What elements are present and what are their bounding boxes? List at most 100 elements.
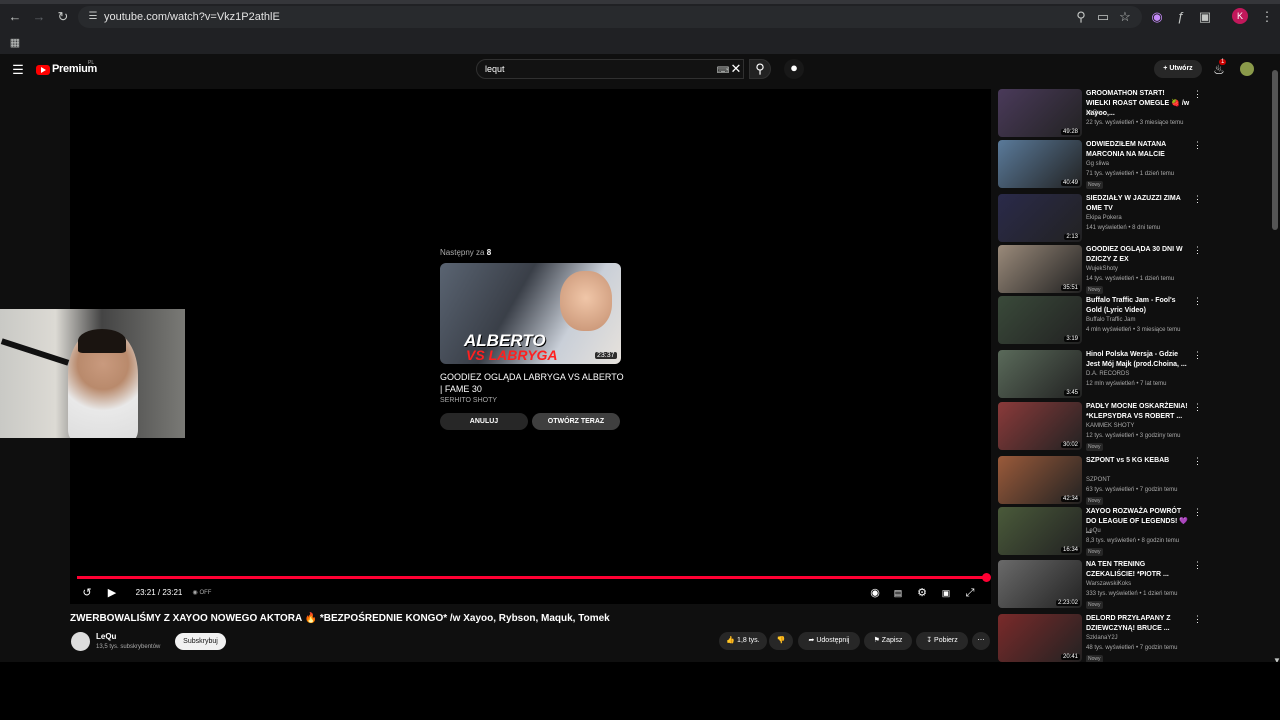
bookmark-star-icon[interactable]: ☆ [1116,8,1134,26]
recommendation-item[interactable]: 20:41 DELORD PRZYŁAPANY Z DZIEWCZYNĄ! BRU… [997,614,1267,664]
profile-avatar[interactable]: K [1232,8,1248,24]
url-text[interactable]: youtube.com/watch?v=Vkz1P2athlE [104,10,280,24]
recommendation-title[interactable]: DELORD PRZYŁAPANY Z DZIEWCZYNĄ! BRUCE ..… [1086,614,1190,634]
microphone-icon[interactable]: ● [784,59,804,79]
progress-bar[interactable] [77,576,987,579]
scrollbar[interactable] [1272,70,1278,230]
recommendation-item[interactable]: 2:13 SIEDZIAŁY W JAZUZZI ZIMA OME TV Ekipa… [997,194,1267,244]
recommendation-thumbnail[interactable]: 2:13 [998,194,1082,242]
account-avatar[interactable] [1240,62,1254,76]
subtitles-icon[interactable]: ▤ [890,586,906,600]
forward-icon[interactable]: → [30,8,48,26]
download-label: Pobierz [934,637,958,644]
subscribe-button[interactable]: Subskrybuj [175,633,226,650]
recommendation-duration: 30:02 [1060,442,1080,448]
recommendation-thumbnail[interactable]: 20:41 [998,614,1082,662]
recommendation-title[interactable]: XAYOO ROZWAŻA POWRÓT DO LEAGUE OF LEGEND… [1086,507,1190,537]
recommendation-menu-icon[interactable]: ⋮ [1193,245,1202,256]
youtube-logo-icon[interactable] [36,65,50,75]
recommendation-title[interactable]: ODWIEDZIŁEM NATANA MARCONIA NA MALCIE [1086,140,1190,160]
recommendation-thumbnail[interactable]: 49:28 [998,89,1082,137]
recommendation-thumbnail[interactable]: 40:49 [998,140,1082,188]
upnext-title[interactable]: GOODIEZ OGLĄDA LABRYGA VS ALBERTO | FAME… [440,371,625,395]
recommendation-item[interactable]: 3:45 Hinol Polska Wersja - Gdzie Jest Mój… [997,350,1267,400]
recommendation-duration: 20:41 [1060,654,1080,660]
recommendation-thumbnail[interactable]: 35:51 [998,245,1082,293]
recommendation-menu-icon[interactable]: ⋮ [1193,296,1202,307]
recommendation-meta: 22 tys. wyświetleń • 3 miesiące temu [1086,120,1184,126]
cancel-autoplay-button[interactable]: ANULUJ [440,413,528,430]
dislike-button[interactable]: 👎 [769,632,793,650]
upnext-thumbnail[interactable]: ALBERTO VS LABRYGA [440,263,621,364]
recommendation-item[interactable]: 40:49 ODWIEDZIŁEM NATANA MARCONIA NA MALC… [997,140,1267,190]
recommendation-item[interactable]: 2:23:02 NA TEN TRENING CZEKALIŚCIE! *PIOT… [997,560,1267,610]
recommendation-menu-icon[interactable]: ⋮ [1193,507,1202,518]
recommendation-title[interactable]: PADŁY MOCNE OSKARŻENIA! *KLEPSYDRA VS RO… [1086,402,1190,422]
recommendation-title[interactable]: Buffalo Traffic Jam - Fool's Gold (Lyric… [1086,296,1190,316]
recommendation-thumbnail[interactable]: 3:45 [998,350,1082,398]
like-button[interactable]: 👍 1,8 tys. [719,632,767,650]
download-button[interactable]: ↧ Pobierz [916,632,968,650]
recommendation-menu-icon[interactable]: ⋮ [1193,614,1202,625]
play-now-button[interactable]: OTWÓRZ TERAZ [532,413,620,430]
recommendation-thumbnail[interactable]: 2:23:02 [998,560,1082,608]
site-info-icon[interactable]: ☰ [84,8,102,26]
new-badge: Nowy [1086,286,1103,294]
create-button[interactable]: + Utwórz [1154,60,1202,78]
recommendation-item[interactable]: 16:34 XAYOO ROZWAŻA POWRÓT DO LEAGUE OF L… [997,507,1267,557]
recommendation-thumbnail[interactable]: 16:34 [998,507,1082,555]
search-input[interactable] [476,59,744,79]
volume-icon[interactable]: ▶ [104,586,120,600]
recommendation-item[interactable]: 35:51 GOODIEZ OGLĄDA 30 DNI W DZICZY Z EX… [997,245,1267,295]
recommendation-menu-icon[interactable]: ⋮ [1193,350,1202,361]
chapters-icon[interactable]: ◉ OFF [190,586,214,600]
zoom-icon[interactable]: ⚲ [1072,8,1090,26]
progress-scrubber[interactable] [982,573,991,582]
miniplayer-icon[interactable]: ▣ [938,586,954,600]
recommendation-item[interactable]: 42:34 SZPONT vs 5 KG KEBAB SZPONT 63 tys. w… [997,456,1267,506]
recommendation-title[interactable]: SIEDZIAŁY W JAZUZZI ZIMA OME TV [1086,194,1190,214]
recommendation-thumbnail[interactable]: 3:19 [998,296,1082,344]
more-actions-icon[interactable]: ⋯ [972,632,990,650]
recommendation-item[interactable]: 49:28 GROOMATHON START! WIELKI ROAST OMEG… [997,89,1267,139]
recommendation-menu-icon[interactable]: ⋮ [1193,456,1202,467]
reload-icon[interactable]: ↻ [54,8,72,26]
replay-icon[interactable]: ↺ [79,586,95,600]
recommendation-menu-icon[interactable]: ⋮ [1193,560,1202,571]
back-icon[interactable]: ← [6,8,24,26]
recommendation-item[interactable]: 30:02 PADŁY MOCNE OSKARŻENIA! *KLEPSYDRA … [997,402,1267,452]
recommendation-menu-icon[interactable]: ⋮ [1193,140,1202,151]
share-button[interactable]: ➦ Udostępnij [798,632,860,650]
recommendation-title[interactable]: GOODIEZ OGLĄDA 30 DNI W DZICZY Z EX [1086,245,1190,265]
extension-icon[interactable]: ◉ [1148,8,1166,26]
hamburger-menu-icon[interactable]: ☰ [9,61,27,79]
recommendation-menu-icon[interactable]: ⋮ [1193,89,1202,100]
channel-avatar[interactable] [71,632,90,651]
recommendation-title[interactable]: Hinol Polska Wersja - Gdzie Jest Mój Maj… [1086,350,1190,370]
recommendation-thumbnail[interactable]: 30:02 [998,402,1082,450]
channel-name[interactable]: LeQu [96,632,116,641]
clear-search-icon[interactable]: ✕ [727,60,745,78]
fullscreen-icon[interactable]: ⤢ [962,586,978,600]
menu-kebab-icon[interactable]: ⋮ [1258,8,1276,26]
recommendation-item[interactable]: 3:19 Buffalo Traffic Jam - Fool's Gold (L… [997,296,1267,346]
save-button[interactable]: ⚑ Zapisz [864,632,912,650]
autoplay-toggle-icon[interactable]: ◉ [866,586,884,600]
recommendation-duration: 42:34 [1060,496,1080,502]
recommendation-duration: 2:13 [1064,234,1080,240]
recommendation-title[interactable]: GROOMATHON START! WIELKI ROAST OMEGLE 🍓 … [1086,89,1190,119]
recommendation-thumbnail[interactable]: 42:34 [998,456,1082,504]
search-value[interactable]: lequt [485,64,505,74]
apps-grid-icon[interactable]: ▦ [6,34,24,52]
extension-icon[interactable]: ƒ [1172,8,1190,26]
settings-gear-icon[interactable]: ⚙ [914,586,930,600]
recommendation-menu-icon[interactable]: ⋮ [1193,194,1202,205]
search-icon[interactable]: ⚲ [749,59,771,79]
new-badge: Nowy [1086,181,1103,189]
recommendation-menu-icon[interactable]: ⋮ [1193,402,1202,413]
upnext-prefix: Następny za [440,248,485,257]
cast-icon[interactable]: ▭ [1094,8,1112,26]
recommendation-title[interactable]: NA TEN TRENING CZEKALIŚCIE! *PIOTR ... [1086,560,1190,580]
recommendation-title[interactable]: SZPONT vs 5 KG KEBAB [1086,456,1190,466]
extensions-puzzle-icon[interactable]: ▣ [1196,8,1214,26]
